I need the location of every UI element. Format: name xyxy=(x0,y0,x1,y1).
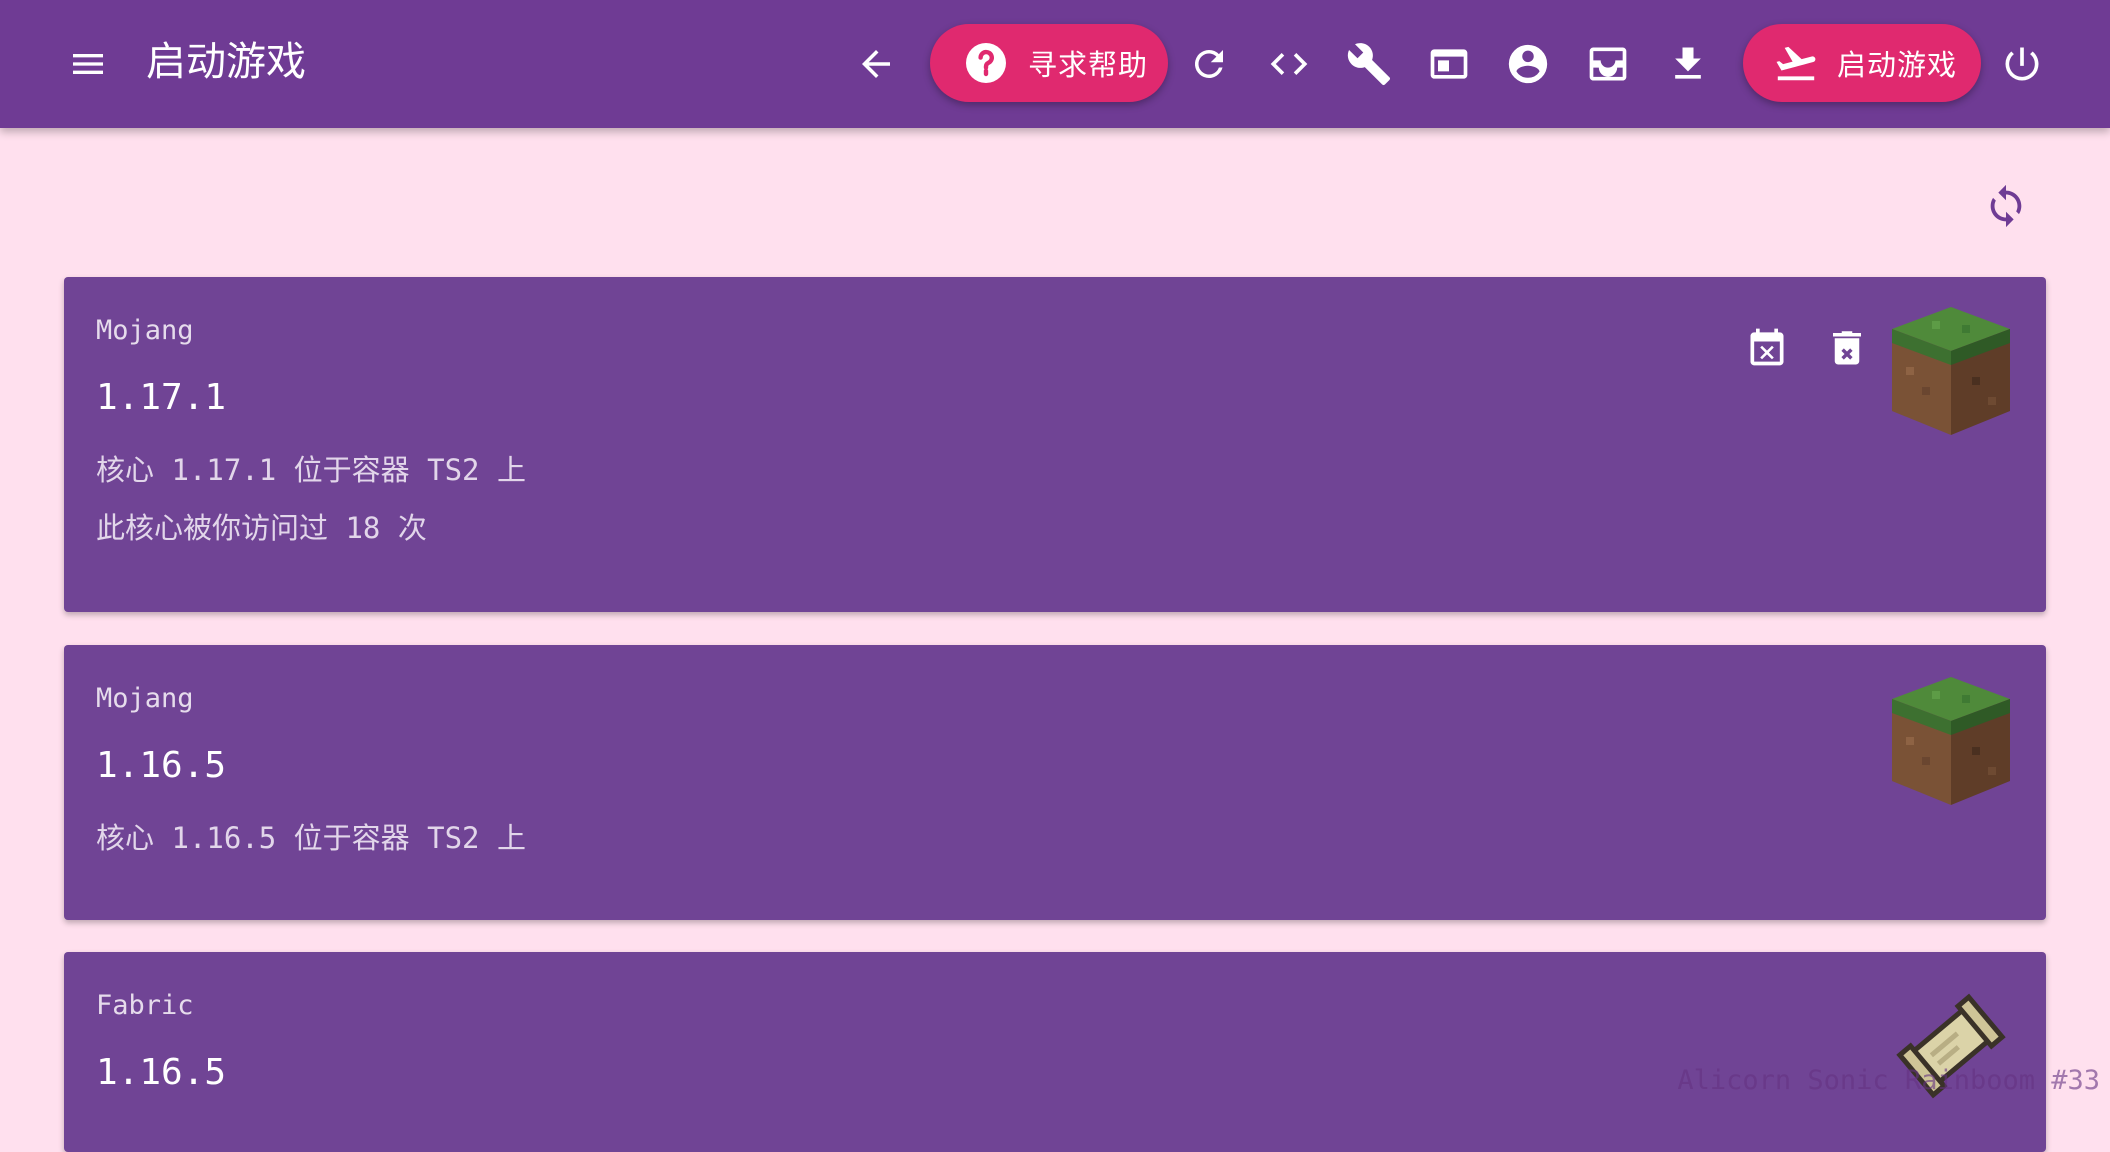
flight-takeoff-icon xyxy=(1773,40,1819,86)
back-button[interactable] xyxy=(844,32,908,96)
launch-button-label: 启动游戏 xyxy=(1837,42,1957,84)
core-card[interactable]: Fabric 1.16.5 xyxy=(64,952,2046,1152)
core-location: 核心 1.16.5 位于容器 TS2 上 xyxy=(96,815,526,857)
tools-button[interactable] xyxy=(1337,32,1401,96)
core-card[interactable]: Mojang 1.17.1 核心 1.17.1 位于容器 TS2 上 此核心被你… xyxy=(64,277,2046,612)
core-visit-count: 此核心被你访问过 18 次 xyxy=(96,505,427,547)
core-version: 1.16.5 xyxy=(96,745,226,786)
code-icon xyxy=(1267,42,1311,86)
build-watermark: Alicorn Sonic Rainboom #33 xyxy=(1677,1065,2100,1096)
grass-block-icon xyxy=(1892,307,2010,435)
account-circle-icon xyxy=(1505,41,1551,87)
account-button[interactable] xyxy=(1496,32,1560,96)
core-location: 核心 1.17.1 位于容器 TS2 上 xyxy=(96,447,526,489)
reload-button[interactable] xyxy=(1177,32,1241,96)
delete-icon xyxy=(1826,326,1868,368)
core-version: 1.17.1 xyxy=(96,377,226,418)
help-circle-icon xyxy=(962,39,1010,87)
help-button-label: 寻求帮助 xyxy=(1028,42,1148,84)
calendar-remove-icon xyxy=(1745,325,1789,369)
core-version: 1.16.5 xyxy=(96,1052,226,1093)
core-source: Mojang xyxy=(96,683,194,714)
delete-core-button[interactable] xyxy=(1817,317,1877,377)
refresh-icon xyxy=(1188,43,1230,85)
dev-tools-button[interactable] xyxy=(1257,32,1321,96)
page-title: 启动游戏 xyxy=(146,34,306,90)
web-asset-icon xyxy=(1427,42,1471,86)
core-card[interactable]: Mojang 1.16.5 核心 1.16.5 位于容器 TS2 上 xyxy=(64,645,2046,920)
sync-icon xyxy=(1983,183,2029,229)
core-source: Fabric xyxy=(96,990,194,1021)
clear-time-button[interactable] xyxy=(1737,317,1797,377)
download-icon xyxy=(1666,42,1710,86)
menu-button[interactable] xyxy=(56,32,120,96)
exit-button[interactable] xyxy=(1990,32,2054,96)
menu-icon xyxy=(68,44,108,84)
containers-button[interactable] xyxy=(1576,32,1640,96)
grass-block-icon xyxy=(1892,677,2010,805)
arrow-back-icon xyxy=(855,43,897,85)
app-bar: 启动游戏 寻求帮助 启动游戏 xyxy=(0,0,2110,128)
window-button[interactable] xyxy=(1417,32,1481,96)
power-icon xyxy=(2000,42,2044,86)
launch-button[interactable]: 启动游戏 xyxy=(1743,24,1981,102)
inbox-tray-icon xyxy=(1586,42,1630,86)
install-button[interactable] xyxy=(1656,32,1720,96)
wrench-icon xyxy=(1346,41,1392,87)
refresh-list-button[interactable] xyxy=(1974,174,2038,238)
core-source: Mojang xyxy=(96,315,194,346)
help-button[interactable]: 寻求帮助 xyxy=(930,24,1168,102)
